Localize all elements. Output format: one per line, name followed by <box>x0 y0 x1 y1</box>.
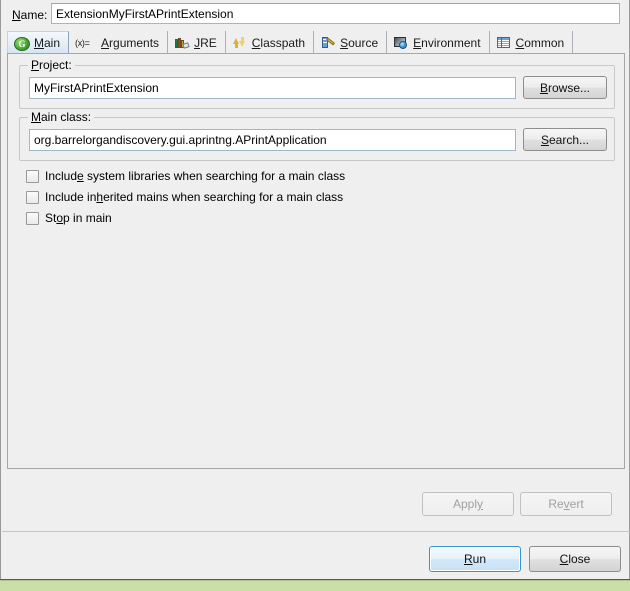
checkbox-label: Include system libraries when searching … <box>45 169 346 183</box>
name-row: Name: <box>1 0 630 30</box>
main-tab-panel: Project: Browse... Main class: Search...… <box>7 53 625 469</box>
tab-arguments-label: Arguments <box>101 35 160 50</box>
project-group: Project: Browse... <box>19 58 615 109</box>
checkbox-box[interactable] <box>26 190 39 204</box>
search-button[interactable]: Search... <box>523 128 607 151</box>
tab-strip: G Main (x)= Arguments JRE Classpath Sour… <box>7 31 625 54</box>
apply-button[interactable]: Apply <box>422 492 514 516</box>
tab-source[interactable]: Source <box>314 31 388 54</box>
tab-main-label: Main <box>34 36 61 50</box>
checkbox-include-system-libraries[interactable]: Include system libraries when searching … <box>26 167 345 185</box>
main-class-group-label: Main class: <box>28 110 95 124</box>
run-configuration-dialog: Name: G Main (x)= Arguments JRE Classpat… <box>0 0 630 590</box>
run-button[interactable]: Run <box>429 546 521 572</box>
footer-separator <box>2 531 630 532</box>
tab-environment[interactable]: Environment <box>387 31 490 54</box>
checkbox-label: Include inherited mains when searching f… <box>45 190 344 204</box>
checkbox-stop-in-main[interactable]: Stop in main <box>26 209 112 227</box>
checkbox-label: Stop in main <box>45 211 112 225</box>
main-class-group: Main class: Search... <box>19 110 615 161</box>
source-edit-icon <box>320 35 336 51</box>
tab-classpath-label: Classpath <box>251 35 306 50</box>
browse-button[interactable]: Browse... <box>523 76 607 99</box>
desktop-background-strip <box>0 580 630 591</box>
tab-main[interactable]: G Main <box>7 31 70 54</box>
variables-icon: (x)= <box>75 37 90 48</box>
checkbox-box[interactable] <box>26 211 39 225</box>
jre-books-icon <box>174 35 190 51</box>
tab-source-label: Source <box>340 35 379 50</box>
main-class-input[interactable] <box>29 129 516 151</box>
name-label: Name: <box>12 8 48 22</box>
classpath-arrows-icon <box>232 35 248 51</box>
tab-environment-label: Environment <box>413 35 481 50</box>
configuration-name-input[interactable] <box>51 3 620 24</box>
tab-common-label: Common <box>515 35 565 50</box>
tab-arguments[interactable]: (x)= Arguments <box>69 31 169 54</box>
common-list-icon <box>496 35 512 51</box>
project-group-label: Project: <box>28 58 75 72</box>
tab-jre-label: JRE <box>194 35 217 50</box>
java-main-class-icon: G <box>14 36 30 51</box>
checkbox-box[interactable] <box>26 169 39 183</box>
checkbox-include-inherited-mains[interactable]: Include inherited mains when searching f… <box>26 188 343 206</box>
tab-common[interactable]: Common <box>490 31 574 54</box>
tab-classpath[interactable]: Classpath <box>226 31 315 54</box>
tab-jre[interactable]: JRE <box>168 31 226 54</box>
close-button[interactable]: Close <box>529 546 621 572</box>
environment-icon <box>393 35 409 51</box>
project-input[interactable] <box>29 77 516 99</box>
revert-button[interactable]: Revert <box>520 492 612 516</box>
